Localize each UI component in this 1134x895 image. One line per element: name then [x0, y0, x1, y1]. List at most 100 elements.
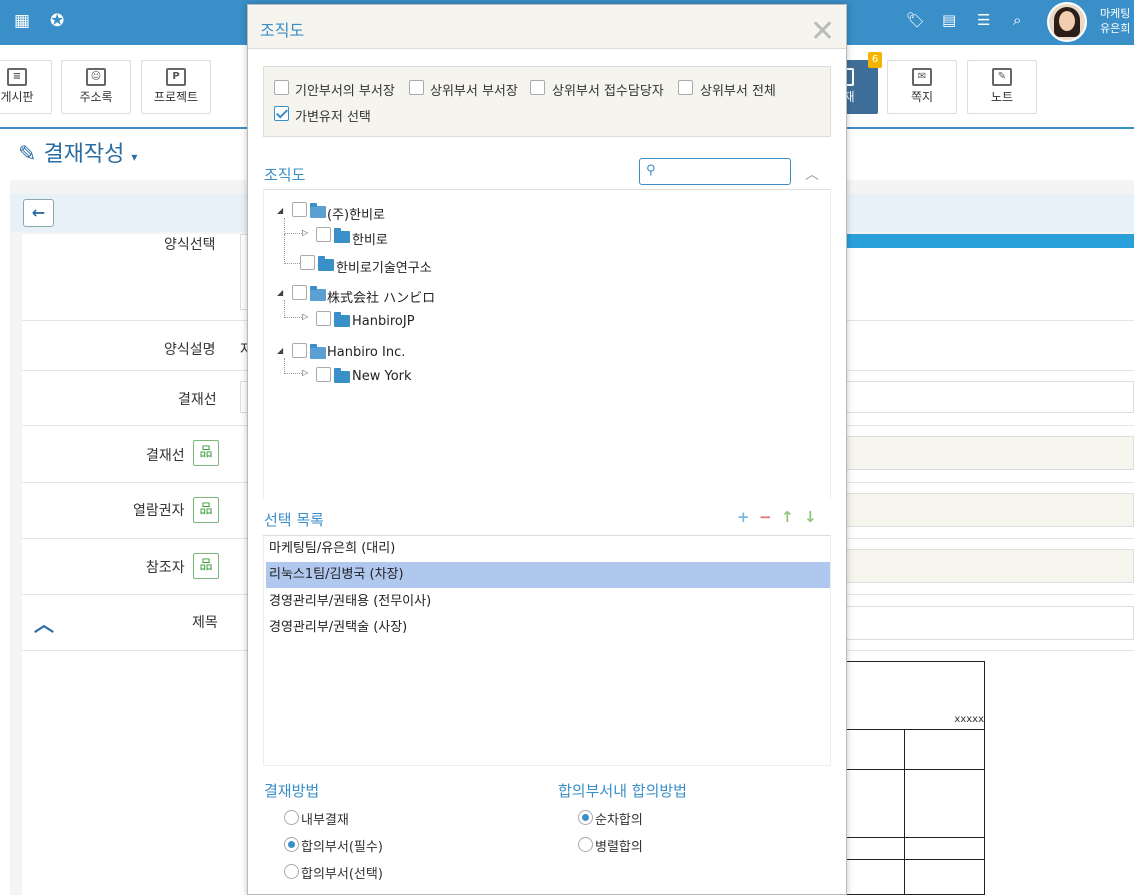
tree-node-label[interactable]: 한비로기술연구소	[336, 257, 432, 276]
board-icon: ≡	[7, 68, 27, 86]
option-checkbox-3[interactable]	[678, 80, 693, 95]
addressbook-icon: ☺	[86, 68, 106, 86]
open-folder-icon	[310, 286, 326, 301]
card-icon[interactable]: ☰	[977, 11, 990, 29]
expand-triangle-icon[interactable]: ◢	[277, 346, 283, 355]
form-desc-label: 양식설명	[164, 342, 216, 358]
search-icon[interactable]: ⌕	[1013, 11, 1021, 29]
tree-node-label[interactable]: Hanbiro Inc.	[327, 345, 405, 360]
selected-list: 마케팅팀/유은희 (대리) 리눅스1팀/김병국 (차장) 경영관리부/권태용 (…	[263, 536, 831, 766]
collapsed-triangle-icon[interactable]: ▷	[302, 228, 308, 237]
tree-checkbox[interactable]	[316, 311, 331, 326]
tree-connector	[284, 300, 302, 318]
user-info[interactable]: 마케팅 유은희	[1100, 6, 1130, 36]
org-chart-button[interactable]: 品	[193, 553, 219, 579]
project-button[interactable]: P 프로젝트	[141, 60, 211, 114]
tree-node-label[interactable]: 株式会社 ハンビロ	[327, 287, 435, 306]
tree-checkbox[interactable]	[292, 343, 307, 358]
subject-label: 제목	[192, 615, 218, 631]
note-icon: ✎	[992, 68, 1012, 86]
form-select-label: 양식선택	[164, 237, 216, 253]
user-dept: 마케팅	[1100, 7, 1131, 20]
tree-node-label[interactable]: (주)한비로	[327, 204, 385, 223]
tree-checkbox[interactable]	[300, 255, 315, 270]
remove-icon[interactable]: −	[759, 508, 772, 526]
method-label: 내부결재	[301, 813, 349, 828]
tree-node-label[interactable]: New York	[352, 369, 412, 384]
approval-line-field[interactable]	[845, 381, 1134, 413]
org-search-input[interactable]: ⚲	[639, 158, 791, 185]
approval-line2-field[interactable]	[845, 436, 1134, 470]
note-button[interactable]: ✎ 노트	[967, 60, 1037, 114]
method-title: 결재방법	[264, 782, 320, 800]
tag-icon[interactable]: 🏷	[906, 11, 925, 29]
addressbook-button[interactable]: ☺ 주소록	[61, 60, 131, 114]
collapsed-triangle-icon[interactable]: ▷	[302, 368, 308, 377]
form-select-strip	[845, 234, 1134, 248]
collapsed-triangle-icon[interactable]: ▷	[302, 312, 308, 321]
viewer-label: 열람권자	[133, 503, 185, 519]
calculator-icon[interactable]: ▤	[942, 11, 956, 29]
consensus-radio-1[interactable]	[578, 837, 593, 852]
dialog-header: 조직도 ✕	[248, 5, 846, 49]
board-button[interactable]: ≡ 게시판	[0, 60, 52, 114]
folder-icon	[334, 312, 350, 327]
tree-node-label[interactable]: HanbiroJP	[352, 314, 415, 329]
tree-checkbox[interactable]	[316, 227, 331, 242]
move-up-icon[interactable]: ↑	[781, 508, 794, 526]
board-label: 게시판	[0, 90, 34, 104]
option-checkbox-1[interactable]	[409, 80, 424, 95]
org-tree: ◢ (주)한비로 ▷ 한비로 한비로기술연구소 ◢ 株式会社 ハンビロ ▷ Ha…	[263, 189, 831, 499]
tree-checkbox[interactable]	[316, 367, 331, 382]
page-title[interactable]: ✎ 결재작성 ▾	[18, 136, 137, 168]
approval-table: xxxxx	[845, 661, 985, 895]
org-section-title: 조직도	[264, 166, 306, 184]
reference-label: 참조자	[146, 560, 185, 576]
page-title-text: 결재작성	[43, 142, 125, 167]
pencil-icon: ✎	[18, 142, 37, 167]
tree-checkbox[interactable]	[292, 202, 307, 217]
caret-down-icon: ▾	[131, 150, 138, 164]
project-icon: P	[166, 68, 186, 86]
list-item[interactable]: 마케팅팀/유은희 (대리)	[266, 536, 830, 562]
message-label: 쪽지	[910, 90, 934, 104]
option-label: 상위부서 부서장	[430, 84, 518, 99]
search-icon: ⚲	[646, 163, 656, 178]
list-item[interactable]: 경영관리부/권태용 (전무이사)	[266, 589, 830, 615]
tree-node-label[interactable]: 한비로	[352, 229, 388, 248]
handshake-logo-icon[interactable]: ✪	[50, 11, 64, 31]
expand-triangle-icon[interactable]: ◢	[277, 288, 283, 297]
close-icon[interactable]: ✕	[810, 17, 835, 47]
viewer-field[interactable]	[845, 493, 1134, 527]
org-chart-dialog: 조직도 ✕ 기안부서의 부서장 상위부서 부서장 상위부서 접수담당자 상위부서…	[247, 4, 847, 895]
expand-triangle-icon[interactable]: ◢	[277, 206, 283, 215]
message-button[interactable]: ✉ 쪽지	[887, 60, 957, 114]
folder-icon	[334, 368, 350, 383]
back-button[interactable]: ←	[23, 199, 54, 227]
user-avatar[interactable]	[1047, 2, 1087, 42]
chevron-up-icon[interactable]: ︿	[34, 608, 54, 637]
method-radio-1[interactable]	[284, 837, 299, 852]
open-folder-icon	[310, 203, 326, 218]
method-radio-0[interactable]	[284, 810, 299, 825]
consensus-radio-0[interactable]	[578, 810, 593, 825]
collapse-icon[interactable]: ︿	[805, 164, 819, 184]
list-item[interactable]: 경영관리부/권택술 (사장)	[266, 615, 830, 641]
org-chart-button[interactable]: 品	[193, 497, 219, 523]
apps-grid-icon[interactable]: ▦	[14, 11, 30, 31]
open-folder-icon	[310, 344, 326, 359]
method-radio-2[interactable]	[284, 864, 299, 879]
option-checkbox-0[interactable]	[274, 80, 289, 95]
reference-field[interactable]	[845, 549, 1134, 583]
subject-input[interactable]	[845, 606, 1134, 640]
add-icon[interactable]: +	[737, 508, 750, 526]
tree-checkbox[interactable]	[292, 285, 307, 300]
note-label: 노트	[990, 90, 1014, 104]
option-checkbox-4[interactable]	[274, 106, 289, 121]
folder-icon	[318, 256, 334, 271]
option-checkbox-2[interactable]	[530, 80, 545, 95]
consensus-label: 순차합의	[595, 813, 643, 828]
org-chart-button[interactable]: 品	[193, 440, 219, 466]
list-item-selected[interactable]: 리눅스1팀/김병국 (차장)	[266, 562, 830, 588]
move-down-icon[interactable]: ↓	[804, 508, 817, 526]
